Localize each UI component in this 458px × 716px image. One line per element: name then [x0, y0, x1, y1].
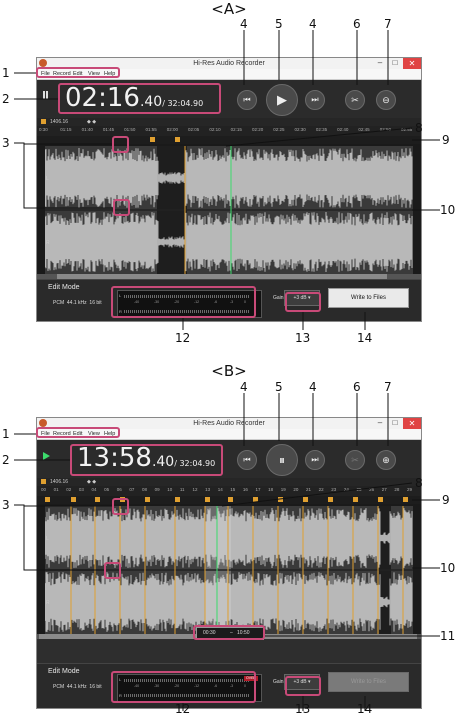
callout-7: 7	[384, 380, 392, 394]
callout-2: 2	[2, 453, 10, 467]
callout-8: 8	[415, 476, 423, 490]
callout-1: 1	[2, 66, 10, 80]
callout-5: 5	[275, 380, 283, 394]
callout-4: 4	[309, 17, 317, 31]
callout-1: 1	[2, 427, 10, 441]
callout-8: 8	[415, 121, 423, 135]
callout-11: 11	[440, 629, 456, 643]
callout-3: 3	[2, 498, 10, 512]
leader-lines	[14, 30, 440, 711]
callout-14: 14	[357, 331, 373, 345]
callout-5: 5	[275, 17, 283, 31]
callout-9: 9	[442, 133, 450, 147]
callout-10: 10	[440, 561, 456, 575]
callout-2: 2	[2, 92, 10, 106]
callout-13: 13	[295, 702, 311, 716]
callout-6: 6	[353, 17, 361, 31]
callout-12: 12	[175, 702, 191, 716]
callout-12: 12	[175, 331, 191, 345]
callout-3: 3	[2, 136, 10, 150]
callout-14: 14	[357, 702, 373, 716]
callout-13: 13	[295, 331, 311, 345]
callout-6: 6	[353, 380, 361, 394]
callout-4: 4	[309, 380, 317, 394]
callout-4: 4	[240, 17, 248, 31]
callout-10: 10	[440, 203, 456, 217]
callout-9: 9	[442, 493, 450, 507]
callout-4: 4	[240, 380, 248, 394]
callout-7: 7	[384, 17, 392, 31]
